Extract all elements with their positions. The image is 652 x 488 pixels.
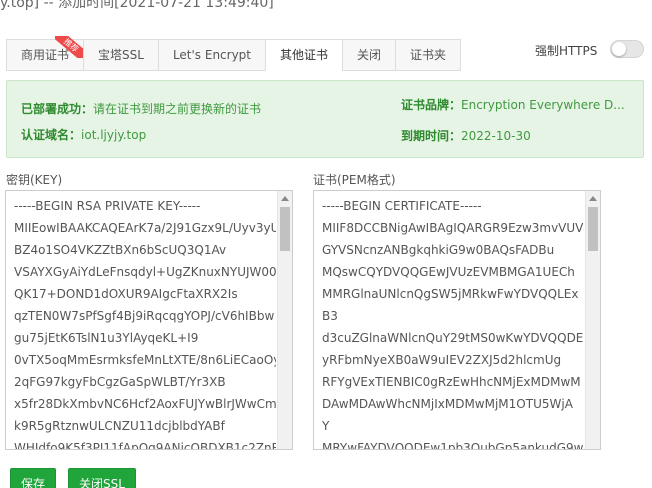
tab-cert-folder[interactable]: 证书夹 [395, 39, 462, 71]
key-label: 密钥(KEY) [6, 173, 63, 187]
cert-scrollbar[interactable] [585, 191, 600, 449]
tab-bar: 商用证书 推荐 宝塔SSL Let's Encrypt 其他证书 关闭 证书夹 [6, 36, 462, 71]
tab-label: Let's Encrypt [172, 48, 252, 62]
key-textarea[interactable]: -----BEGIN RSA PRIVATE KEY----- MIIEowIB… [5, 190, 293, 450]
tab-close[interactable]: 关闭 [342, 39, 396, 71]
force-https-toggle[interactable] [610, 40, 644, 58]
recommend-badge: 推荐 [55, 36, 86, 58]
key-scrollbar[interactable] [277, 191, 292, 449]
close-ssl-button[interactable]: 关闭SSL [68, 468, 136, 488]
scroll-up-icon[interactable] [281, 196, 289, 201]
cert-textarea[interactable]: -----BEGIN CERTIFICATE----- MIIF8DCCBNig… [313, 190, 601, 450]
tab-label: 关闭 [357, 48, 382, 62]
cert-content: -----BEGIN CERTIFICATE----- MIIF8DCCBNig… [322, 199, 584, 450]
window-title-text: y.top] -- 添加时间[2021-07-21 13:49:40] [0, 0, 274, 11]
cert-label: 证书(PEM格式) [313, 173, 396, 187]
cert-info-panel: 已部署成功：请在证书到期之前更换新的证书 证书品牌：Encryption Eve… [6, 80, 644, 158]
key-content: -----BEGIN RSA PRIVATE KEY----- MIIEowIB… [14, 199, 276, 450]
tab-label: 其他证书 [280, 48, 329, 62]
tab-commercial-cert[interactable]: 商用证书 推荐 [6, 36, 86, 71]
force-https-label: 强制HTTPS [535, 44, 598, 58]
tab-other-cert[interactable]: 其他证书 [265, 39, 343, 71]
window-title: y.top] -- 添加时间[2021-07-21 13:49:40] [0, 0, 652, 14]
scroll-thumb[interactable] [588, 207, 598, 251]
tab-label: 宝塔SSL [98, 48, 144, 62]
tab-baota-ssl[interactable]: 宝塔SSL [83, 39, 158, 71]
save-button[interactable]: 保存 [10, 468, 57, 488]
tab-lets-encrypt[interactable]: Let's Encrypt [157, 39, 266, 71]
scroll-thumb[interactable] [280, 207, 290, 251]
cert-expire: 到期时间：2022-10-30 [401, 129, 531, 143]
scroll-up-icon[interactable] [589, 196, 597, 201]
cert-brand: 证书品牌：Encryption Everywhere D... [401, 98, 625, 112]
deploy-status: 已部署成功：请在证书到期之前更换新的证书 [21, 102, 262, 116]
toggle-knob [612, 42, 626, 56]
tab-label: 证书夹 [410, 48, 447, 62]
cert-domain: 认证域名：iot.ljyjy.top [21, 128, 147, 142]
